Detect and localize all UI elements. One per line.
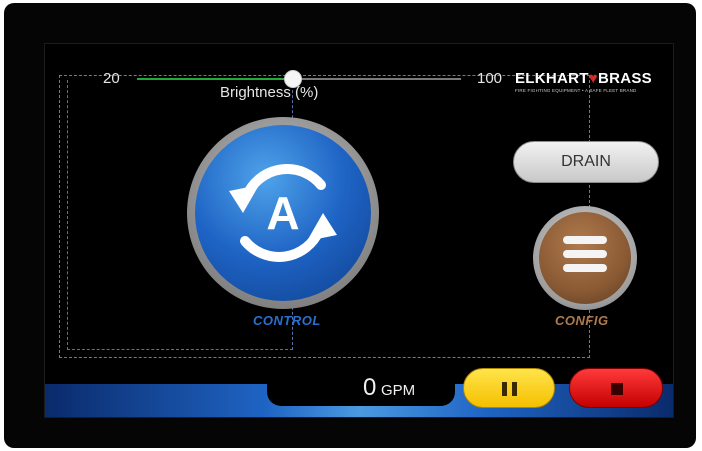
- brightness-label: Brightness (%): [220, 84, 319, 101]
- flow-readout: [267, 366, 455, 406]
- flow-unit: GPM: [381, 382, 416, 399]
- control-label: CONTROL: [253, 313, 321, 328]
- config-label: CONFIG: [555, 313, 609, 328]
- brightness-min-label: 20: [103, 70, 120, 87]
- auto-cycle-icon: A: [229, 164, 337, 262]
- touch-screen: 20 100 Brightness (%) ELKHART♥BRASS FIRE…: [44, 43, 674, 418]
- brand-logo: ELKHART♥BRASS FIRE FIGHTING EQUIPMENT • …: [515, 70, 673, 100]
- brightness-slider[interactable]: [137, 70, 461, 88]
- menu-icon: [539, 212, 631, 304]
- auto-mode-letter: A: [266, 187, 299, 239]
- control-button[interactable]: A: [187, 117, 379, 309]
- brightness-slider-fill: [137, 78, 293, 80]
- flow-value: 0: [363, 374, 377, 401]
- config-button[interactable]: [533, 206, 637, 310]
- drain-button[interactable]: DRAIN: [513, 141, 659, 183]
- brand-tagline: FIRE FIGHTING EQUIPMENT • A SAFE FLEET B…: [515, 88, 637, 93]
- brand-name-left: ELKHART: [515, 70, 589, 87]
- stop-button[interactable]: [569, 368, 663, 408]
- heart-icon: ♥: [588, 70, 598, 87]
- device-bezel: 20 100 Brightness (%) ELKHART♥BRASS FIRE…: [4, 3, 696, 448]
- stop-icon: [611, 383, 623, 395]
- pause-button[interactable]: [463, 368, 555, 408]
- brand-name-right: BRASS: [597, 70, 652, 87]
- brightness-max-label: 100: [477, 70, 503, 87]
